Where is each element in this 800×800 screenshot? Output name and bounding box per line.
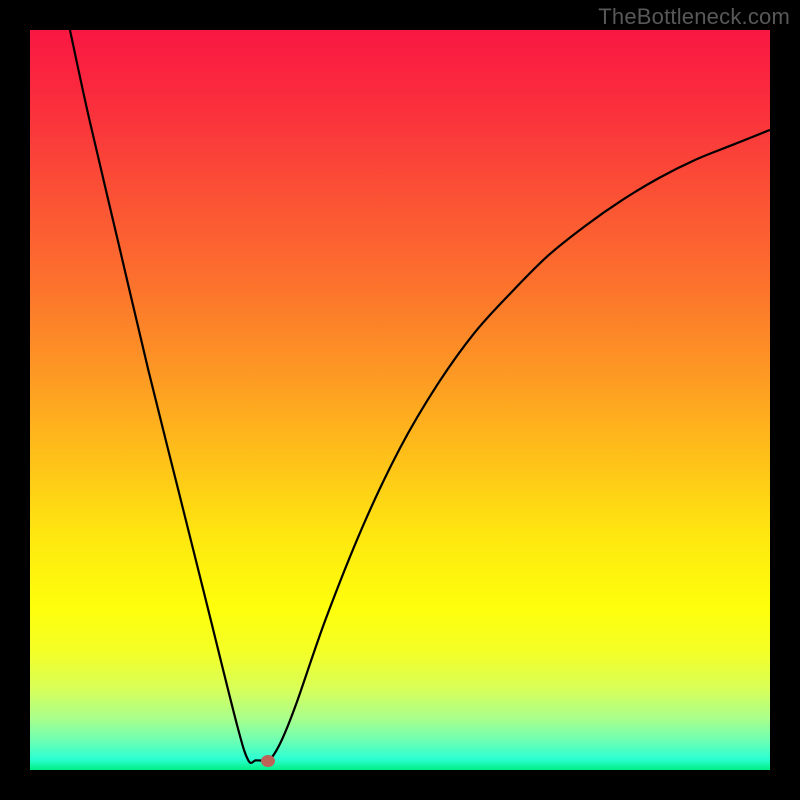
optimal-point-marker (261, 755, 275, 767)
chart-frame: TheBottleneck.com (0, 0, 800, 800)
plot-area (30, 30, 770, 770)
watermark-text: TheBottleneck.com (598, 4, 790, 30)
bottleneck-curve (70, 30, 770, 763)
curve-layer (30, 30, 770, 770)
